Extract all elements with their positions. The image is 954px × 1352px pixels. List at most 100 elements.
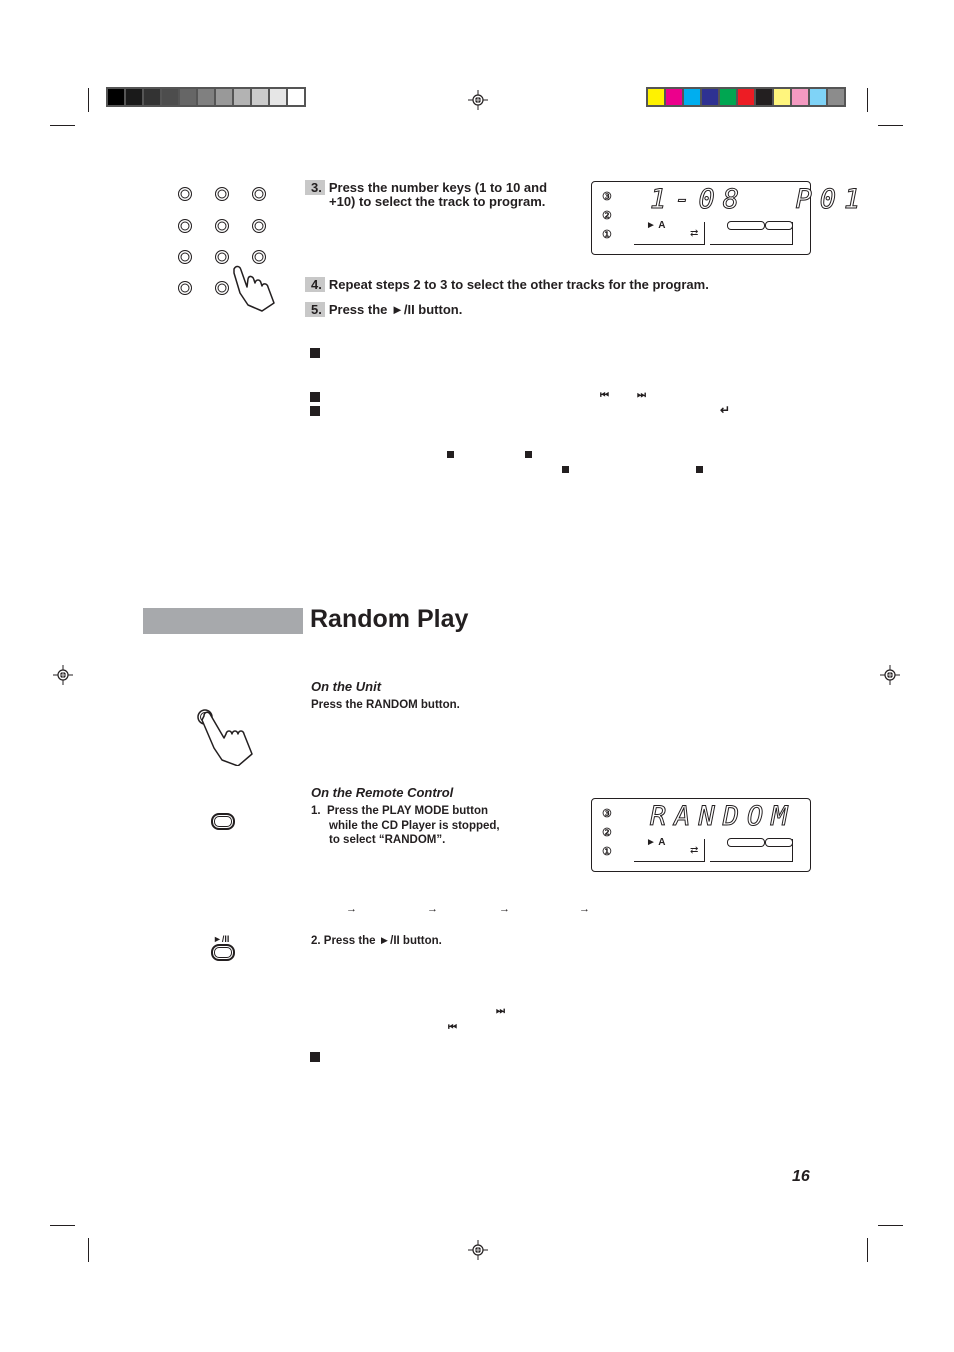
arrow-right-icon: → (579, 903, 590, 915)
play-pause-button-label: ►/II (213, 934, 230, 944)
number-key (252, 250, 266, 264)
number-key (252, 219, 266, 233)
lcd-segment-text: 1-08 P01 (649, 184, 869, 216)
disc-1-icon: ① (602, 229, 612, 241)
grayscale-calibration-bar (106, 87, 306, 107)
next-track-icon: ⏭ (496, 1006, 505, 1017)
number-key (215, 187, 229, 201)
color-swatch (234, 89, 250, 105)
play-indicator: ► A (646, 220, 666, 231)
step-text: Press the PLAY MODE button (326, 805, 489, 817)
color-swatch (162, 89, 178, 105)
lcd-segment-text: RANDOM (650, 801, 796, 833)
step-text: +10) to select the track to program. (329, 194, 546, 209)
step-text: while the CD Player is stopped, (329, 819, 500, 832)
color-swatch (648, 89, 664, 105)
disc-2-icon: ② (602, 210, 612, 222)
step-text: Repeat steps 2 to 3 to select the other … (328, 277, 709, 292)
step-number: 5. (305, 302, 325, 317)
hand-pressing-random-button-icon (197, 709, 253, 766)
on-unit-heading: On the Unit (311, 679, 382, 694)
previous-track-icon: ⏮ (448, 1022, 457, 1033)
remote-step-1: 1. Press the PLAY MODE button while the … (311, 804, 500, 848)
registration-mark-icon (468, 90, 488, 110)
lcd-segment-bar (765, 221, 793, 230)
color-swatch (198, 89, 214, 105)
color-swatch (216, 89, 232, 105)
crop-mark (88, 1238, 89, 1262)
next-track-icon: ⏭ (637, 390, 646, 401)
registration-mark-icon (468, 1240, 488, 1260)
crop-mark (878, 1225, 903, 1226)
disc-3-icon: ③ (602, 191, 612, 203)
crop-mark (867, 1238, 868, 1262)
number-key (178, 281, 192, 295)
step-4: 4. Repeat steps 2 to 3 to select the othe… (305, 277, 709, 292)
color-swatch (720, 89, 736, 105)
color-swatch (108, 89, 124, 105)
step-text: Press the number keys (1 to 10 and (328, 180, 548, 195)
bullet-marker (310, 1052, 320, 1062)
color-swatch (828, 89, 844, 105)
color-calibration-bar (646, 87, 846, 107)
registration-mark-icon (880, 665, 900, 685)
number-key (178, 187, 192, 201)
step-text: Press the ►/II button. (328, 302, 463, 317)
bullet-marker (310, 392, 320, 402)
step-3: 3. Press the number keys (1 to 10 and +10… (305, 180, 548, 209)
remote-step-2: 2. Press the ►/II button. (311, 935, 442, 947)
number-key (178, 219, 192, 233)
step-5: 5. Press the ►/II button. (305, 302, 463, 317)
number-key (252, 187, 266, 201)
color-swatch (144, 89, 160, 105)
color-swatch (270, 89, 286, 105)
section-header-bar (143, 608, 303, 634)
step-text: to select “RANDOM”. (329, 834, 446, 846)
stop-symbol-icon (562, 466, 569, 473)
crop-mark (878, 125, 903, 126)
crop-mark (50, 125, 75, 126)
step-number: 1. (311, 805, 321, 817)
lcd-segment-bar (765, 838, 793, 847)
play-mode-button-icon (211, 813, 235, 830)
crop-mark (867, 88, 868, 112)
color-swatch (126, 89, 142, 105)
play-pause-button-icon (211, 944, 235, 961)
disc-2-icon: ② (602, 827, 612, 839)
color-swatch (288, 89, 304, 105)
previous-track-icon: ⏮ (600, 390, 609, 401)
arrow-right-icon: → (499, 903, 510, 915)
number-key (215, 250, 229, 264)
color-swatch (756, 89, 772, 105)
pointing-hand-icon (233, 265, 275, 312)
lcd-segment-bar (727, 838, 765, 847)
bullet-marker (310, 348, 320, 358)
section-title: Random Play (310, 605, 469, 633)
color-swatch (684, 89, 700, 105)
lcd-display-random: ③ ② ① RANDOM ► A ⇄ (591, 798, 811, 872)
play-indicator: ► A (646, 837, 666, 848)
page-number: 16 (792, 1168, 810, 1185)
color-swatch (666, 89, 682, 105)
step-number: 3. (305, 180, 325, 195)
crop-mark (88, 88, 89, 112)
crop-mark (50, 1225, 75, 1226)
disc-1-icon: ① (602, 846, 612, 858)
bullet-marker (310, 406, 320, 416)
arrow-right-icon: → (346, 903, 357, 915)
stop-symbol-icon (447, 451, 454, 458)
color-swatch (180, 89, 196, 105)
color-swatch (792, 89, 808, 105)
color-swatch (774, 89, 790, 105)
number-keypad-illustration (175, 185, 275, 312)
disc-3-icon: ③ (602, 808, 612, 820)
stop-symbol-icon (525, 451, 532, 458)
registration-mark-icon (53, 665, 73, 685)
lcd-segment-bar (727, 221, 765, 230)
color-swatch (702, 89, 718, 105)
step-number: 4. (305, 277, 325, 292)
shuffle-indicator-icon: ⇄ (690, 228, 699, 239)
on-remote-heading: On the Remote Control (311, 785, 454, 800)
shuffle-indicator-icon: ⇄ (690, 845, 699, 856)
number-key (178, 250, 192, 264)
